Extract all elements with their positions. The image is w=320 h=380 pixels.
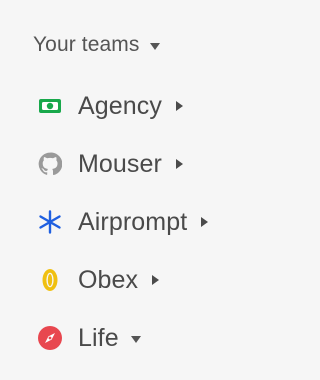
your-teams-header[interactable]: Your teams [33, 31, 161, 59]
caret-down-icon [150, 42, 161, 50]
compass-icon [37, 325, 63, 351]
caret-right-icon[interactable] [175, 159, 183, 169]
section-title: Your teams [33, 33, 140, 56]
asterisk-icon [37, 209, 63, 235]
team-label: Mouser [78, 149, 162, 178]
team-label: Agency [78, 91, 162, 120]
ring-icon [37, 267, 63, 293]
caret-right-icon[interactable] [201, 217, 209, 227]
team-item-life[interactable]: Life [37, 320, 141, 356]
caret-right-icon[interactable] [152, 275, 160, 285]
team-item-airprompt[interactable]: Airprompt [37, 204, 209, 240]
team-label: Airprompt [78, 207, 188, 236]
team-item-mouser[interactable]: Mouser [37, 146, 183, 182]
money-bill-icon [37, 93, 63, 119]
caret-right-icon[interactable] [176, 101, 183, 111]
team-item-obex[interactable]: Obex [37, 262, 160, 298]
caret-down-icon[interactable] [130, 335, 141, 343]
team-item-agency[interactable]: Agency [37, 88, 183, 124]
teams-panel: Your teams Agency Mouser Airprompt Obex … [0, 0, 274, 380]
team-label: Life [78, 323, 119, 352]
github-icon [37, 151, 63, 177]
team-label: Obex [78, 265, 139, 294]
